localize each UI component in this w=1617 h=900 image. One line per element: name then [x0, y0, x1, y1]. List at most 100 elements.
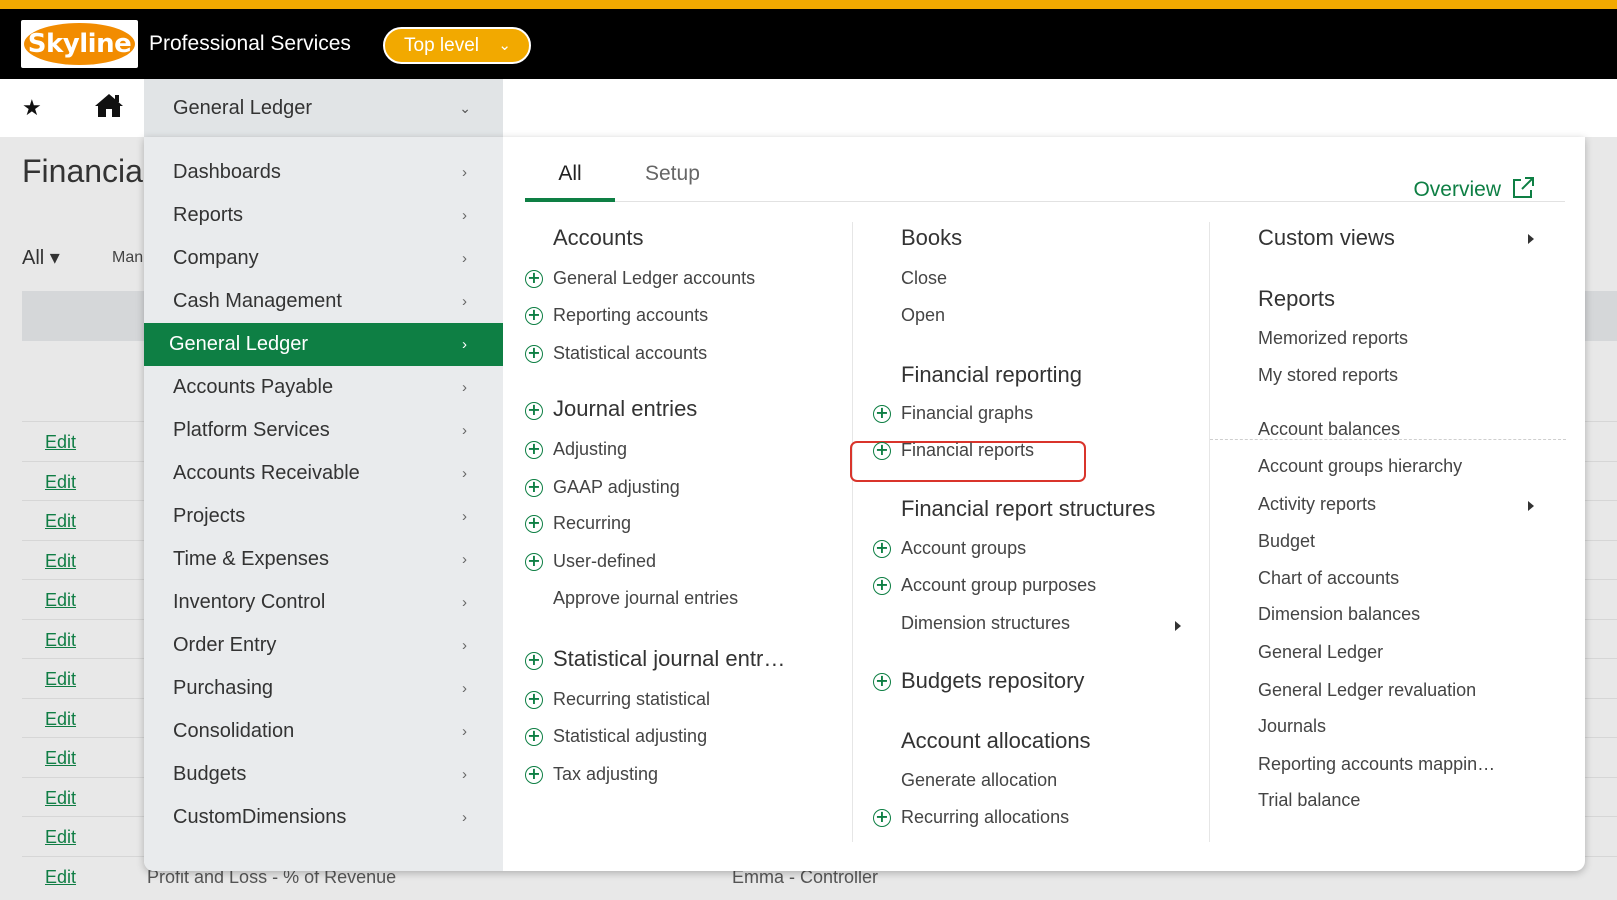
- company-logo[interactable]: Skyline: [21, 20, 138, 68]
- link-financial-graphs[interactable]: Financial graphs: [901, 403, 1033, 424]
- add-icon[interactable]: +: [873, 540, 891, 558]
- submenu-arrow-icon[interactable]: [1175, 621, 1181, 631]
- link-account-group-purposes[interactable]: Account group purposes: [901, 575, 1096, 596]
- add-icon[interactable]: +: [873, 577, 891, 595]
- link-activity-reports[interactable]: Activity reports: [1258, 494, 1376, 515]
- nav-item-accounts-payable[interactable]: Accounts Payable ›: [144, 366, 503, 409]
- link-approve-journal-entries[interactable]: Approve journal entries: [553, 588, 738, 609]
- submenu-arrow-icon[interactable]: [1528, 234, 1534, 244]
- top-level-button[interactable]: Top level ⌄: [383, 27, 531, 64]
- nav-item-time-expenses[interactable]: Time & Expenses ›: [144, 538, 503, 581]
- tab-setup[interactable]: Setup: [645, 154, 700, 202]
- link-statistical-accounts[interactable]: Statistical accounts: [553, 343, 707, 364]
- edit-link[interactable]: Edit: [45, 630, 76, 651]
- link-recurring-statistical[interactable]: Recurring statistical: [553, 689, 710, 710]
- link-recurring[interactable]: Recurring: [553, 513, 631, 534]
- section-custom-views[interactable]: Custom views: [1258, 225, 1395, 251]
- add-icon[interactable]: +: [525, 479, 543, 497]
- link-tax-adjusting[interactable]: Tax adjusting: [553, 764, 658, 785]
- add-icon[interactable]: +: [525, 728, 543, 746]
- top-bar: Skyline Professional Services Top level …: [0, 9, 1617, 79]
- nav-item-custom-dimensions[interactable]: CustomDimensions ›: [144, 796, 503, 839]
- nav-item-reports[interactable]: Reports ›: [144, 194, 503, 237]
- link-reporting-accounts-mapping[interactable]: Reporting accounts mappin…: [1258, 754, 1495, 775]
- edit-link[interactable]: Edit: [45, 590, 76, 611]
- add-icon[interactable]: +: [873, 405, 891, 423]
- link-account-groups[interactable]: Account groups: [901, 538, 1026, 559]
- nav-item-projects[interactable]: Projects ›: [144, 495, 503, 538]
- filter-dropdown[interactable]: All ▾: [22, 245, 60, 270]
- link-statistical-adjusting[interactable]: Statistical adjusting: [553, 726, 707, 747]
- link-general-ledger[interactable]: General Ledger: [1258, 642, 1383, 663]
- nav-item-consolidation[interactable]: Consolidation ›: [144, 710, 503, 753]
- home-icon[interactable]: [94, 92, 124, 123]
- nav-item-company[interactable]: Company ›: [144, 237, 503, 280]
- nav-item-platform-services[interactable]: Platform Services ›: [144, 409, 503, 452]
- link-close[interactable]: Close: [901, 268, 947, 289]
- nav-item-order-entry[interactable]: Order Entry ›: [144, 624, 503, 667]
- link-reporting-accounts[interactable]: Reporting accounts: [553, 305, 708, 326]
- link-general-ledger-accounts[interactable]: General Ledger accounts: [553, 268, 755, 289]
- nav-item-general-ledger[interactable]: General Ledger ›: [144, 323, 503, 366]
- link-general-ledger-revaluation[interactable]: General Ledger revaluation: [1258, 680, 1476, 701]
- add-icon[interactable]: +: [525, 307, 543, 325]
- nav-item-budgets[interactable]: Budgets ›: [144, 753, 503, 796]
- link-journals[interactable]: Journals: [1258, 716, 1326, 737]
- edit-link[interactable]: Edit: [45, 709, 76, 730]
- edit-link[interactable]: Edit: [45, 748, 76, 769]
- edit-link[interactable]: Edit: [45, 432, 76, 453]
- add-icon[interactable]: +: [873, 809, 891, 827]
- link-user-defined[interactable]: User-defined: [553, 551, 656, 572]
- link-budget[interactable]: Budget: [1258, 531, 1315, 552]
- add-icon[interactable]: +: [873, 673, 891, 691]
- edit-link[interactable]: Edit: [45, 669, 76, 690]
- nav-item-cash-management[interactable]: Cash Management ›: [144, 280, 503, 323]
- link-dimension-structures[interactable]: Dimension structures: [901, 613, 1070, 634]
- chevron-right-icon: ›: [462, 508, 467, 525]
- add-icon[interactable]: +: [525, 270, 543, 288]
- link-dimension-balances[interactable]: Dimension balances: [1258, 604, 1420, 625]
- nav-item-inventory-control[interactable]: Inventory Control ›: [144, 581, 503, 624]
- add-icon[interactable]: +: [525, 652, 543, 670]
- section-journal-entries[interactable]: Journal entries: [553, 396, 697, 422]
- module-selector[interactable]: General Ledger ⌄: [144, 79, 503, 137]
- link-chart-of-accounts[interactable]: Chart of accounts: [1258, 568, 1399, 589]
- edit-link[interactable]: Edit: [45, 788, 76, 809]
- nav-item-dashboards[interactable]: Dashboards ›: [144, 151, 503, 194]
- add-icon[interactable]: +: [525, 553, 543, 571]
- link-generate-allocation[interactable]: Generate allocation: [901, 770, 1057, 791]
- chevron-right-icon: ›: [462, 637, 467, 654]
- edit-link[interactable]: Edit: [45, 867, 76, 888]
- link-my-stored-reports[interactable]: My stored reports: [1258, 365, 1398, 386]
- add-icon[interactable]: +: [525, 766, 543, 784]
- edit-link[interactable]: Edit: [45, 827, 76, 848]
- nav-item-purchasing[interactable]: Purchasing ›: [144, 667, 503, 710]
- link-memorized-reports[interactable]: Memorized reports: [1258, 328, 1408, 349]
- link-gaap-adjusting[interactable]: GAAP adjusting: [553, 477, 680, 498]
- link-account-balances[interactable]: Account balances: [1258, 419, 1400, 440]
- nav-item-accounts-receivable[interactable]: Accounts Receivable ›: [144, 452, 503, 495]
- submenu-arrow-icon[interactable]: [1528, 501, 1534, 511]
- add-icon[interactable]: +: [525, 345, 543, 363]
- edit-link[interactable]: Edit: [45, 511, 76, 532]
- add-icon[interactable]: +: [525, 515, 543, 533]
- star-icon[interactable]: ★: [22, 95, 42, 121]
- tab-all[interactable]: All: [525, 154, 615, 202]
- link-recurring-allocations[interactable]: Recurring allocations: [901, 807, 1069, 828]
- link-trial-balance[interactable]: Trial balance: [1258, 790, 1360, 811]
- overview-link[interactable]: Overview: [1413, 176, 1535, 202]
- nav-item-label: Purchasing: [173, 677, 274, 699]
- link-adjusting[interactable]: Adjusting: [553, 439, 627, 460]
- section-statistical-journal-entries[interactable]: Statistical journal entr…: [553, 646, 785, 672]
- section-budgets-repository[interactable]: Budgets repository: [901, 668, 1084, 694]
- add-icon[interactable]: +: [525, 402, 543, 420]
- edit-link[interactable]: Edit: [45, 472, 76, 493]
- link-financial-reports[interactable]: Financial reports: [901, 440, 1034, 461]
- link-account-groups-hierarchy[interactable]: Account groups hierarchy: [1258, 456, 1462, 477]
- menu-content: All Setup Overview Accounts + General Le…: [503, 137, 1585, 871]
- edit-link[interactable]: Edit: [45, 551, 76, 572]
- add-icon[interactable]: +: [525, 691, 543, 709]
- add-icon[interactable]: +: [873, 442, 891, 460]
- add-icon[interactable]: +: [525, 441, 543, 459]
- link-open[interactable]: Open: [901, 305, 945, 326]
